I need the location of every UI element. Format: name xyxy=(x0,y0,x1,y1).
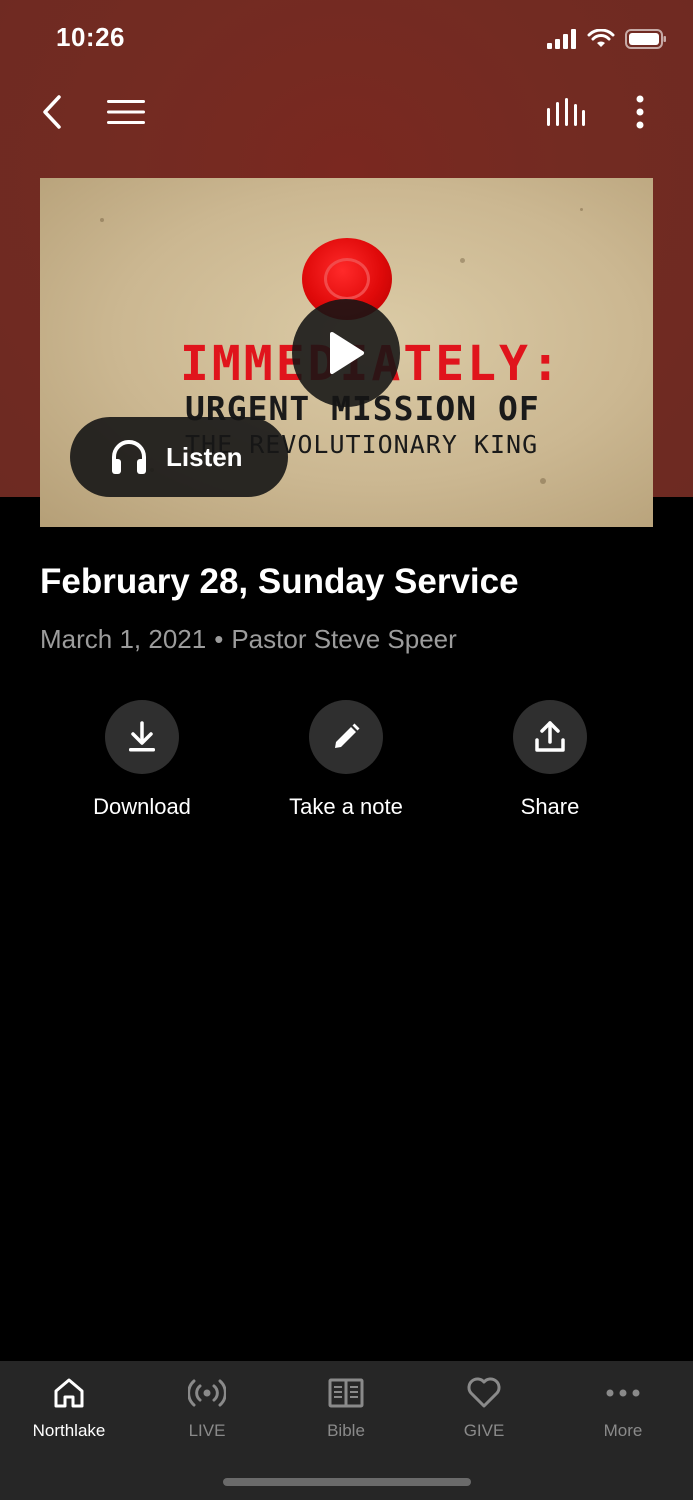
sermon-meta: March 1, 2021 • Pastor Steve Speer xyxy=(40,624,457,655)
horizontal-dots-icon xyxy=(606,1389,640,1397)
listen-button[interactable]: Listen xyxy=(70,417,288,497)
download-label: Download xyxy=(93,794,191,819)
heart-icon xyxy=(467,1377,501,1408)
take-note-label: Take a note xyxy=(289,794,403,819)
tab-more[interactable]: More xyxy=(554,1361,692,1461)
audio-levels-icon xyxy=(547,98,585,126)
headphones-icon xyxy=(112,440,146,474)
broadcast-icon xyxy=(188,1379,226,1407)
status-time: 10:26 xyxy=(56,22,125,52)
back-button[interactable] xyxy=(28,80,76,144)
audio-levels-button[interactable] xyxy=(542,80,590,144)
more-options-button[interactable] xyxy=(616,80,664,144)
play-button[interactable] xyxy=(292,299,400,407)
share-circle[interactable] xyxy=(513,700,587,774)
hamburger-menu-icon xyxy=(107,100,145,124)
share-label: Share xyxy=(520,794,580,819)
paper-speck xyxy=(460,258,465,263)
status-icons xyxy=(547,28,667,50)
book-icon xyxy=(328,1378,364,1408)
tab-bible[interactable]: Bible xyxy=(277,1361,415,1461)
tab-label-more: More xyxy=(603,1421,643,1440)
paper-speck xyxy=(580,208,583,211)
tab-live[interactable]: LIVE xyxy=(138,1361,276,1461)
chevron-left-icon xyxy=(43,95,61,129)
sermon-date: March 1, 2021 xyxy=(40,624,207,654)
wax-seal-emblem xyxy=(324,258,370,300)
paper-speck xyxy=(540,478,546,484)
wifi-icon xyxy=(587,29,615,47)
tab-label-give: GIVE xyxy=(463,1421,505,1440)
tab-label-live: LIVE xyxy=(188,1421,226,1440)
pencil-icon xyxy=(335,723,360,748)
signal-icon xyxy=(547,29,576,49)
paper-speck xyxy=(100,218,104,222)
share-button[interactable]: Share xyxy=(450,700,650,820)
take-note-button[interactable]: Take a note xyxy=(246,700,446,820)
download-circle[interactable] xyxy=(105,700,179,774)
menu-button[interactable] xyxy=(102,80,150,144)
share-icon xyxy=(535,721,565,752)
top-navigation xyxy=(0,80,693,144)
download-icon xyxy=(129,721,155,752)
sermon-speaker: Pastor Steve Speer xyxy=(231,624,457,654)
sermon-title: February 28, Sunday Service xyxy=(40,562,519,601)
tab-label-northlake: Northlake xyxy=(32,1421,106,1440)
tab-give[interactable]: GIVE xyxy=(415,1361,553,1461)
tab-northlake[interactable]: Northlake xyxy=(0,1361,138,1461)
home-icon xyxy=(54,1378,84,1408)
listen-label: Listen xyxy=(166,441,243,472)
vertical-dots-icon xyxy=(636,95,644,129)
download-button[interactable]: Download xyxy=(42,700,242,820)
battery-icon xyxy=(625,29,666,49)
status-bar: 10:26 xyxy=(0,0,693,80)
take-note-circle[interactable] xyxy=(309,700,383,774)
tab-label-bible: Bible xyxy=(327,1421,365,1440)
home-indicator[interactable] xyxy=(223,1478,471,1486)
play-icon xyxy=(330,332,364,374)
meta-separator: • xyxy=(214,624,224,654)
